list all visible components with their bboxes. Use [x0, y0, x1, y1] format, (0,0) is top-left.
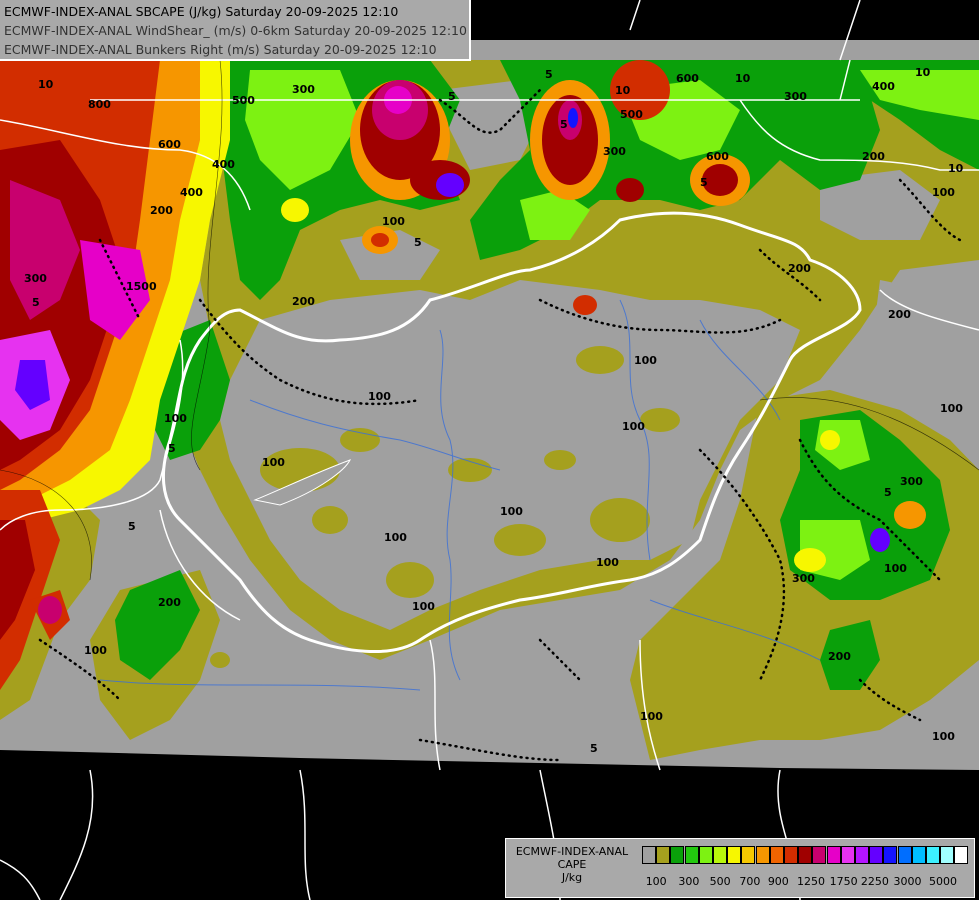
shear-label: 10	[948, 162, 964, 175]
cape-label: 100	[262, 456, 285, 469]
legend-swatch	[755, 846, 770, 864]
cape-label: 200	[150, 204, 173, 217]
shear-label: 5	[700, 176, 708, 189]
legend-tick-label: 300	[678, 875, 700, 888]
legend-tick-label: 1250	[796, 875, 825, 888]
shear-label: 5	[545, 68, 553, 81]
cape-label: 100	[634, 354, 657, 367]
shear-label: 5	[590, 742, 598, 755]
cape-label: 100	[382, 215, 405, 228]
legend-tick-label: 900	[767, 875, 789, 888]
cape-label: 800	[88, 98, 111, 111]
cape-label: 500	[620, 108, 643, 121]
cape-label: 400	[212, 158, 235, 171]
cape-label: 100	[164, 412, 187, 425]
cape-label: 300	[784, 90, 807, 103]
cape-label: 300	[792, 572, 815, 585]
shear-label: 5	[32, 296, 40, 309]
cape-label: 100	[884, 562, 907, 575]
legend-tick-label: 700	[739, 875, 761, 888]
cape-label: 100	[622, 420, 645, 433]
cape-label: 400	[180, 186, 203, 199]
legend-tick-label: 100	[645, 875, 667, 888]
shear-label: 10	[615, 84, 631, 97]
legend-swatch	[826, 846, 841, 864]
legend-title-source: ECMWF-INDEX-ANAL	[515, 845, 629, 858]
cape-label: 100	[412, 600, 435, 613]
cape-label: 400	[872, 80, 895, 93]
legend-swatch	[798, 846, 813, 864]
cape-label: 500	[232, 94, 255, 107]
legend-swatch	[911, 846, 926, 864]
legend-swatch	[670, 846, 685, 864]
cape-label: 300	[900, 475, 923, 488]
legend-tick-label: 1750	[829, 875, 858, 888]
cape-label: 100	[640, 710, 663, 723]
legend-swatch	[727, 846, 742, 864]
legend-tick-label: 2250	[860, 875, 889, 888]
shear-label: 5	[168, 442, 176, 455]
cape-label: 300	[24, 272, 47, 285]
legend-swatch	[954, 846, 969, 864]
cape-label: 200	[828, 650, 851, 663]
header-line-bunkers: ECMWF-INDEX-ANAL Bunkers Right (m/s) Sat…	[4, 42, 437, 57]
cape-label: 100	[84, 644, 107, 657]
shear-label: 5	[560, 118, 568, 131]
cape-label: 100	[500, 505, 523, 518]
cape-label: 100	[932, 186, 955, 199]
cape-label: 200	[788, 262, 811, 275]
cape-label: 200	[292, 295, 315, 308]
map-header: ECMWF-INDEX-ANAL SBCAPE (J/kg) Saturday …	[0, 0, 471, 61]
legend-title-param: CAPE	[557, 858, 587, 871]
legend-swatch	[642, 846, 656, 864]
cape-label: 200	[888, 308, 911, 321]
legend-swatch	[883, 846, 898, 864]
cape-label: 100	[384, 531, 407, 544]
legend-swatch	[926, 846, 940, 864]
legend-swatch	[840, 846, 855, 864]
shear-label: 10	[38, 78, 54, 91]
legend-swatch	[713, 846, 727, 864]
cape-label: 300	[603, 145, 626, 158]
legend-title: ECMWF-INDEX-ANAL CAPE J/kg	[506, 845, 638, 884]
shear-label: 5	[884, 486, 892, 499]
cape-label: 200	[862, 150, 885, 163]
legend-swatch	[940, 846, 955, 864]
legend-title-unit: J/kg	[561, 871, 583, 884]
cape-map: 800 500 600 400 200 300 100 600 300 600 …	[0, 0, 979, 900]
shear-label: 5	[128, 520, 136, 533]
cape-label: 100	[932, 730, 955, 743]
legend-tick-label: 500	[709, 875, 731, 888]
cape-label: 300	[292, 83, 315, 96]
legend-swatch	[897, 846, 912, 864]
legend-swatch	[684, 846, 699, 864]
cape-label: 600	[158, 138, 181, 151]
cape-label: 100	[368, 390, 391, 403]
legend-swatch	[769, 846, 784, 864]
shear-label: 10	[735, 72, 751, 85]
shear-label: 5	[414, 236, 422, 249]
legend-swatch	[698, 846, 713, 864]
legend-tick-label: 5000	[929, 875, 958, 888]
cape-label: 100	[596, 556, 619, 569]
shear-label: 10	[915, 66, 931, 79]
legend-tick-label: 3000	[893, 875, 922, 888]
cape-label: 100	[940, 402, 963, 415]
cape-label: 200	[158, 596, 181, 609]
legend-swatch	[741, 846, 756, 864]
legend-swatch	[812, 846, 827, 864]
color-legend: ECMWF-INDEX-ANAL CAPE J/kg 100 300 500 700 9…	[505, 838, 975, 898]
legend-swatch	[784, 846, 798, 864]
header-line-cape: ECMWF-INDEX-ANAL SBCAPE (J/kg) Saturday …	[4, 4, 399, 19]
cape-label: 600	[706, 150, 729, 163]
legend-swatch	[656, 846, 671, 864]
legend-swatch	[855, 846, 869, 864]
legend-swatch	[869, 846, 884, 864]
cape-label: 1500	[126, 280, 157, 293]
header-line-shear: ECMWF-INDEX-ANAL WindShear_ (m/s) 0-6km …	[4, 23, 467, 38]
cape-label: 600	[676, 72, 699, 85]
shear-label: 5	[448, 90, 456, 103]
